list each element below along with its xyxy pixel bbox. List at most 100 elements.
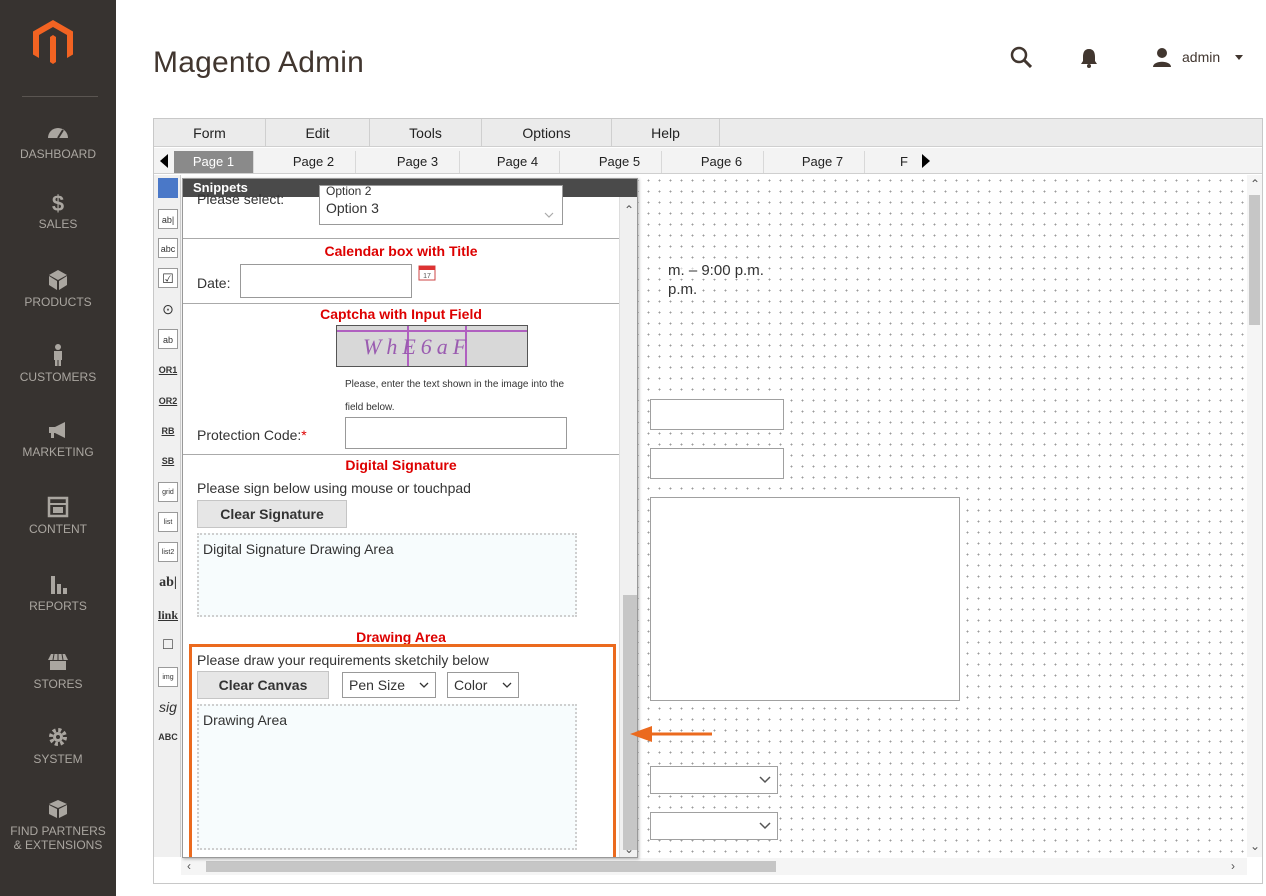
sb-tool-icon[interactable]: SB: [158, 451, 178, 471]
scroll-down-icon[interactable]: ⌄: [624, 842, 634, 856]
text-area-tool-icon[interactable]: abc: [158, 238, 178, 258]
tab-page-2[interactable]: Page 2: [272, 151, 356, 173]
bell-icon[interactable]: [1080, 48, 1098, 68]
or2-tool-icon[interactable]: OR2: [158, 391, 178, 411]
menu-edit[interactable]: Edit: [266, 119, 370, 147]
search-icon[interactable]: [1010, 46, 1032, 68]
calendar-title: Calendar box with Title: [324, 243, 478, 259]
label-tool-icon[interactable]: ab|: [158, 573, 178, 593]
captcha-help-2: field below.: [345, 402, 395, 413]
layout-icon: [47, 496, 69, 518]
magento-logo-icon[interactable]: [33, 20, 73, 64]
svg-text:$: $: [52, 191, 64, 214]
menu-help[interactable]: Help: [612, 119, 720, 147]
captcha-tool-icon[interactable]: ABC: [158, 727, 178, 747]
rectangle-tool-icon[interactable]: □: [158, 635, 178, 655]
menu-options[interactable]: Options: [482, 119, 612, 147]
tab-scroll-right-icon[interactable]: [922, 154, 930, 168]
link-tool-icon[interactable]: link: [158, 605, 178, 625]
canvas-text-hours-2[interactable]: p.m.: [668, 281, 698, 298]
user-name[interactable]: admin: [1182, 49, 1220, 65]
tab-page-7[interactable]: Page 7: [781, 151, 865, 173]
sidebar: DASHBOARD $ SALES PRODUCTS CUSTOMERS MAR…: [0, 0, 116, 896]
sidebar-item-system[interactable]: SYSTEM: [0, 725, 116, 766]
canvas-input-2[interactable]: [650, 448, 784, 479]
sidebar-item-label-2: & EXTENSIONS: [13, 838, 103, 852]
tool-select-icon[interactable]: [158, 178, 178, 198]
signature-help: Please sign below using mouse or touchpa…: [197, 480, 471, 496]
text-field-tool-icon[interactable]: ab|: [158, 209, 178, 229]
or1-tool-icon[interactable]: OR1: [158, 360, 178, 380]
scrollbar-thumb[interactable]: [1249, 195, 1260, 325]
toolbox: ab| abc ☑ ⊙ ab OR1 OR2 RB SB grid list l…: [154, 175, 181, 857]
sidebar-divider: [22, 96, 98, 97]
canvas-select-1[interactable]: [650, 766, 778, 794]
snippet-divider: [183, 303, 619, 304]
date-input[interactable]: [240, 264, 412, 298]
sidebar-item-label: CONTENT: [29, 522, 87, 536]
signature-drawing-area[interactable]: Digital Signature Drawing Area: [197, 533, 577, 617]
select-option-2[interactable]: Option 2: [326, 184, 371, 198]
sidebar-item-customers[interactable]: CUSTOMERS: [0, 343, 116, 384]
sidebar-item-stores[interactable]: STORES: [0, 650, 116, 691]
chevron-down-icon: [759, 822, 771, 830]
scroll-right-icon[interactable]: ›: [1231, 859, 1235, 873]
canvas-textarea[interactable]: [650, 497, 960, 701]
rb-tool-icon[interactable]: RB: [158, 421, 178, 441]
menu-form[interactable]: Form: [154, 119, 266, 147]
snippets-scrollbar[interactable]: ⌃ ⌄: [619, 197, 637, 857]
person-icon: [54, 344, 62, 366]
snippet-divider: [183, 454, 619, 455]
chevron-down-icon[interactable]: [1235, 55, 1243, 60]
dashboard-icon: [48, 128, 68, 139]
canvas-input-1[interactable]: [650, 399, 784, 430]
combo-tool-icon[interactable]: ab: [158, 329, 178, 349]
scroll-up-icon[interactable]: ⌃: [1250, 177, 1260, 191]
sidebar-item-find-partners[interactable]: FIND PARTNERS & EXTENSIONS: [0, 797, 116, 852]
tab-scroll-left-icon[interactable]: [160, 154, 168, 168]
calendar-icon[interactable]: 17: [418, 263, 436, 281]
canvas-select-2[interactable]: [650, 812, 778, 840]
tab-page-4[interactable]: Page 4: [476, 151, 560, 173]
menu-tools[interactable]: Tools: [370, 119, 482, 147]
checkbox-tool-icon[interactable]: ☑: [158, 268, 178, 288]
captcha-title: Captcha with Input Field: [320, 306, 482, 322]
signature-title: Digital Signature: [345, 457, 457, 473]
signature-tool-icon[interactable]: sig: [158, 697, 178, 717]
sidebar-item-sales[interactable]: $ SALES: [0, 190, 116, 231]
canvas-text-hours[interactable]: m. – 9:00 p.m.: [668, 262, 764, 279]
tab-page-6[interactable]: Page 6: [680, 151, 764, 173]
sidebar-item-products[interactable]: PRODUCTS: [0, 268, 116, 309]
horizontal-scrollbar[interactable]: ‹ ›: [181, 858, 1247, 875]
sidebar-item-reports[interactable]: REPORTS: [0, 572, 116, 613]
user-icon[interactable]: [1152, 47, 1172, 67]
scrollbar-thumb[interactable]: [206, 861, 776, 872]
sidebar-item-marketing[interactable]: MARKETING: [0, 418, 116, 459]
box-icon: [49, 800, 67, 818]
gear-icon: [49, 728, 67, 746]
sidebar-item-content[interactable]: CONTENT: [0, 495, 116, 536]
tab-page-5[interactable]: Page 5: [578, 151, 662, 173]
tab-page-1[interactable]: Page 1: [174, 151, 254, 173]
tab-page-8-partial[interactable]: F: [889, 151, 919, 173]
sidebar-item-dashboard[interactable]: DASHBOARD: [0, 120, 116, 161]
scroll-up-icon[interactable]: ⌃: [624, 203, 634, 217]
radio-tool-icon[interactable]: ⊙: [158, 299, 178, 319]
list-2-tool-icon[interactable]: list2: [158, 542, 178, 562]
select-listbox[interactable]: Option 2 Option 3: [319, 184, 563, 225]
select-option-3[interactable]: Option 3: [326, 200, 379, 216]
clear-signature-button[interactable]: Clear Signature: [197, 500, 347, 528]
grid-tool-icon[interactable]: grid: [158, 482, 178, 502]
scroll-left-icon[interactable]: ‹: [187, 859, 191, 873]
tab-page-3[interactable]: Page 3: [376, 151, 460, 173]
scroll-down-icon[interactable]: ⌄: [1250, 839, 1260, 853]
sidebar-item-label: FIND PARTNERS: [10, 824, 106, 838]
chevron-down-icon: [759, 776, 771, 784]
vertical-scrollbar[interactable]: ⌃ ⌄: [1247, 175, 1262, 857]
select-label: Please select:: [197, 191, 285, 207]
list-tool-icon[interactable]: list: [158, 512, 178, 532]
protection-code-input[interactable]: [345, 417, 567, 449]
image-tool-icon[interactable]: img: [158, 667, 178, 687]
page-tabs: Page 1 Page 2 Page 3 Page 4 Page 5 Page …: [154, 148, 1262, 174]
scrollbar-thumb[interactable]: [623, 595, 637, 850]
